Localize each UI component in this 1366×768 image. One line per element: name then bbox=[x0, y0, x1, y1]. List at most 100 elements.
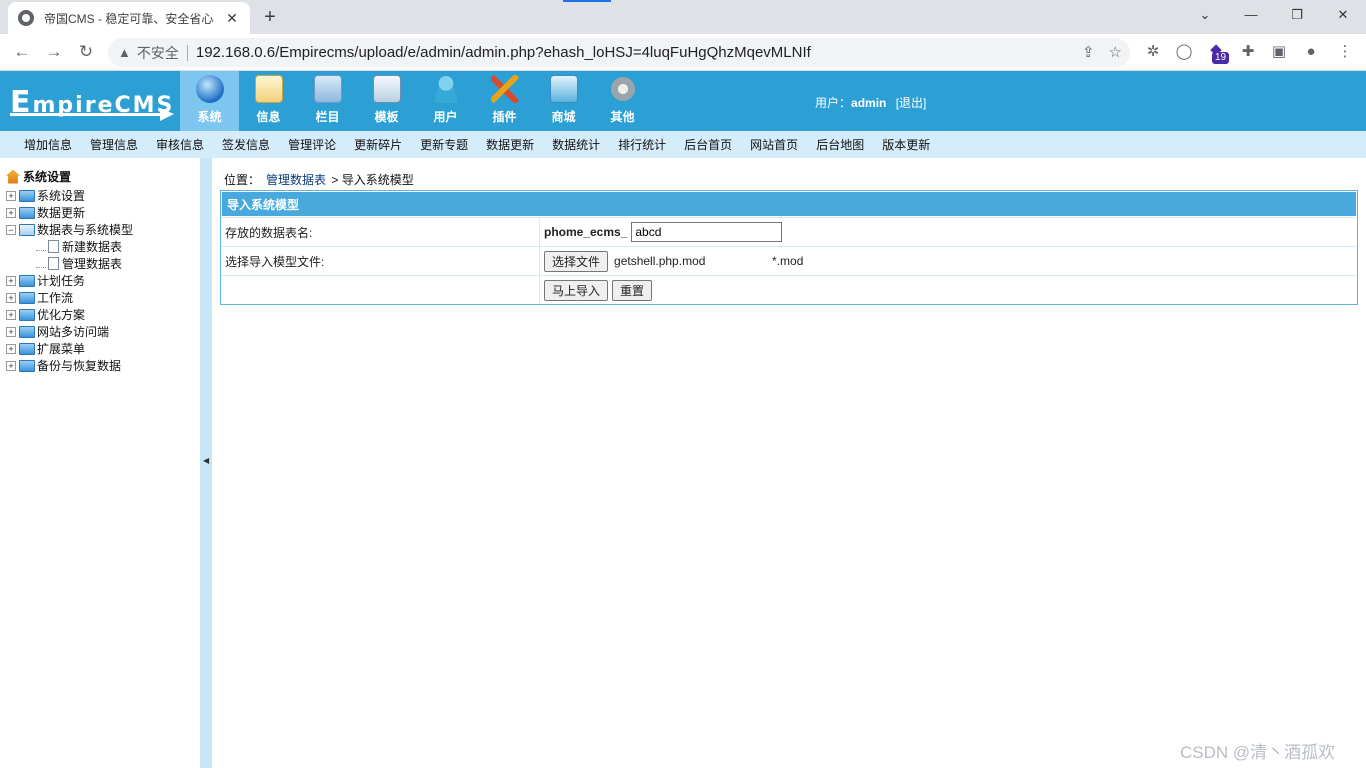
tree-item-data-update[interactable]: + 数据更新 bbox=[6, 204, 200, 221]
restore-icon[interactable]: ❐ bbox=[1274, 4, 1320, 28]
crumb-link[interactable]: 管理数据表 bbox=[266, 173, 326, 187]
submenu-admin-home[interactable]: 后台首页 bbox=[684, 136, 732, 153]
submenu-update-fragments[interactable]: 更新碎片 bbox=[354, 136, 402, 153]
user-info: 用户：admin [退出] bbox=[815, 94, 926, 111]
left-tree: 系统设置 + 系统设置 + 数据更新 − 数据表与系统模型 新建数据表 管理数据表 +… bbox=[0, 158, 200, 768]
tree-item-optimization[interactable]: + 优化方案 bbox=[6, 306, 200, 323]
expand-icon[interactable]: + bbox=[6, 326, 16, 337]
tree-label: 新建数据表 bbox=[62, 240, 123, 254]
profile-icon[interactable]: ● bbox=[1300, 41, 1322, 63]
file-extension-hint: *.mod bbox=[772, 254, 804, 268]
insecure-label[interactable]: 不安全 bbox=[137, 43, 179, 63]
tree-item-scheduled-tasks[interactable]: + 计划任务 bbox=[6, 272, 200, 289]
username: admin bbox=[851, 96, 887, 110]
submenu-site-home[interactable]: 网站首页 bbox=[750, 136, 798, 153]
choose-file-button[interactable]: 选择文件 bbox=[544, 250, 609, 272]
extensions-icon[interactable]: ✚ bbox=[1237, 41, 1259, 63]
import-model-form: 导入系统模型 存放的数据表名: phome_ecms_ 选择导入模型文件: 选择… bbox=[220, 190, 1358, 305]
expand-icon[interactable]: + bbox=[6, 275, 16, 286]
import-now-button[interactable]: 马上导入 bbox=[544, 279, 609, 301]
tree-item-new-table[interactable]: 新建数据表 bbox=[6, 238, 200, 255]
submenu-add-info[interactable]: 增加信息 bbox=[24, 136, 72, 153]
share-icon[interactable]: ⇪ bbox=[1082, 43, 1095, 61]
close-window-icon[interactable]: ✕ bbox=[1320, 4, 1366, 28]
submenu-review-info[interactable]: 审核信息 bbox=[156, 136, 204, 153]
tree-item-tables-models[interactable]: − 数据表与系统模型 bbox=[6, 221, 200, 238]
submenu-version-update[interactable]: 版本更新 bbox=[882, 136, 930, 153]
new-tab-button[interactable]: + bbox=[258, 6, 282, 28]
nav-user[interactable]: 用户 bbox=[416, 71, 475, 131]
nav-template[interactable]: 模板 bbox=[357, 71, 416, 131]
tree-item-extended-menu[interactable]: + 扩展菜单 bbox=[6, 340, 200, 357]
nav-label: 用户 bbox=[433, 110, 458, 124]
table-name-input[interactable] bbox=[631, 222, 783, 242]
crumb-prefix: 位置： bbox=[224, 173, 261, 187]
expand-icon[interactable]: + bbox=[6, 309, 16, 320]
logout-link[interactable]: [退出] bbox=[896, 96, 927, 110]
tree-root[interactable]: 系统设置 bbox=[6, 168, 200, 185]
submenu-data-update[interactable]: 数据更新 bbox=[486, 136, 534, 153]
submenu-rank-stats[interactable]: 排行统计 bbox=[618, 136, 666, 153]
nav-other[interactable]: 其他 bbox=[593, 71, 652, 131]
file-label: 选择导入模型文件: bbox=[221, 247, 540, 275]
tree-item-multi-access[interactable]: + 网站多访问端 bbox=[6, 323, 200, 340]
circle-extension-icon[interactable]: ◯ bbox=[1173, 41, 1195, 63]
extension-icon[interactable]: ✲ bbox=[1142, 41, 1164, 63]
submenu-data-stats[interactable]: 数据统计 bbox=[552, 136, 600, 153]
tree-label: 工作流 bbox=[37, 291, 74, 305]
menu-icon[interactable]: ⋮ bbox=[1334, 41, 1356, 63]
warning-icon: ▲ bbox=[118, 45, 131, 60]
form-row-table: 存放的数据表名: phome_ecms_ bbox=[221, 217, 1357, 246]
user-icon bbox=[431, 75, 460, 103]
nav-info[interactable]: 信息 bbox=[239, 71, 298, 131]
submenu-manage-comments[interactable]: 管理评论 bbox=[288, 136, 336, 153]
nav-plugin[interactable]: 插件 bbox=[475, 71, 534, 131]
nav-column[interactable]: 栏目 bbox=[298, 71, 357, 131]
expand-icon[interactable]: + bbox=[6, 360, 16, 371]
submenu-admin-map[interactable]: 后台地图 bbox=[816, 136, 864, 153]
user-label: 用户： bbox=[815, 96, 852, 110]
tree-item-manage-tables[interactable]: 管理数据表 bbox=[6, 255, 200, 272]
reload-icon[interactable]: ↻ bbox=[74, 41, 98, 65]
collapse-arrow-icon[interactable]: ◀ bbox=[203, 456, 209, 465]
star-icon[interactable]: ☆ bbox=[1109, 43, 1122, 61]
submenu-manage-info[interactable]: 管理信息 bbox=[90, 136, 138, 153]
nav-label: 模板 bbox=[374, 110, 399, 124]
expand-icon[interactable]: + bbox=[6, 343, 16, 354]
submenu-update-topics[interactable]: 更新专题 bbox=[420, 136, 468, 153]
nav-label: 系统 bbox=[197, 110, 222, 124]
back-icon[interactable]: ← bbox=[10, 41, 34, 65]
minimize-icon[interactable]: — bbox=[1228, 4, 1274, 28]
nav-shop[interactable]: 商城 bbox=[534, 71, 593, 131]
close-icon[interactable]: ✕ bbox=[224, 10, 240, 27]
globe-icon bbox=[18, 10, 34, 26]
window-icon bbox=[372, 75, 401, 103]
table-name-label: 存放的数据表名: bbox=[221, 218, 540, 246]
tree-item-system-settings[interactable]: + 系统设置 bbox=[6, 187, 200, 204]
sidepanel-icon[interactable]: ▣ bbox=[1268, 41, 1290, 63]
address-bar[interactable]: ▲ 不安全 192.168.0.6/Empirecms/upload/e/adm… bbox=[108, 38, 1130, 67]
expand-icon[interactable]: + bbox=[6, 292, 16, 303]
tree-item-workflow[interactable]: + 工作流 bbox=[6, 289, 200, 306]
url-text[interactable]: 192.168.0.6/Empirecms/upload/e/admin/adm… bbox=[196, 44, 811, 61]
globe-icon bbox=[195, 75, 224, 103]
folder-icon bbox=[19, 359, 35, 372]
pane-splitter[interactable]: ◀ bbox=[200, 158, 212, 768]
chevron-down-icon[interactable]: ⌄ bbox=[1182, 4, 1228, 28]
reset-button[interactable]: 重置 bbox=[612, 279, 653, 301]
folder-icon bbox=[19, 189, 35, 202]
expand-icon[interactable]: + bbox=[6, 207, 16, 218]
tree-label: 数据表与系统模型 bbox=[37, 223, 134, 237]
document-icon bbox=[48, 240, 59, 253]
nav-system[interactable]: 系统 bbox=[180, 71, 239, 131]
forward-icon[interactable]: → bbox=[42, 41, 66, 65]
submenu-sign-info[interactable]: 签发信息 bbox=[222, 136, 270, 153]
collapse-icon[interactable]: − bbox=[6, 224, 16, 235]
browser-tab[interactable]: 帝国CMS - 稳定可靠、安全省心 ✕ bbox=[8, 2, 250, 34]
tree-label: 网站多访问端 bbox=[37, 325, 110, 339]
tree-label: 扩展菜单 bbox=[37, 342, 86, 356]
folder-icon bbox=[19, 325, 35, 338]
expand-icon[interactable]: + bbox=[6, 190, 16, 201]
tree-item-backup-restore[interactable]: + 备份与恢复数据 bbox=[6, 357, 200, 374]
empirecms-logo: EmpireCMS bbox=[10, 81, 174, 121]
